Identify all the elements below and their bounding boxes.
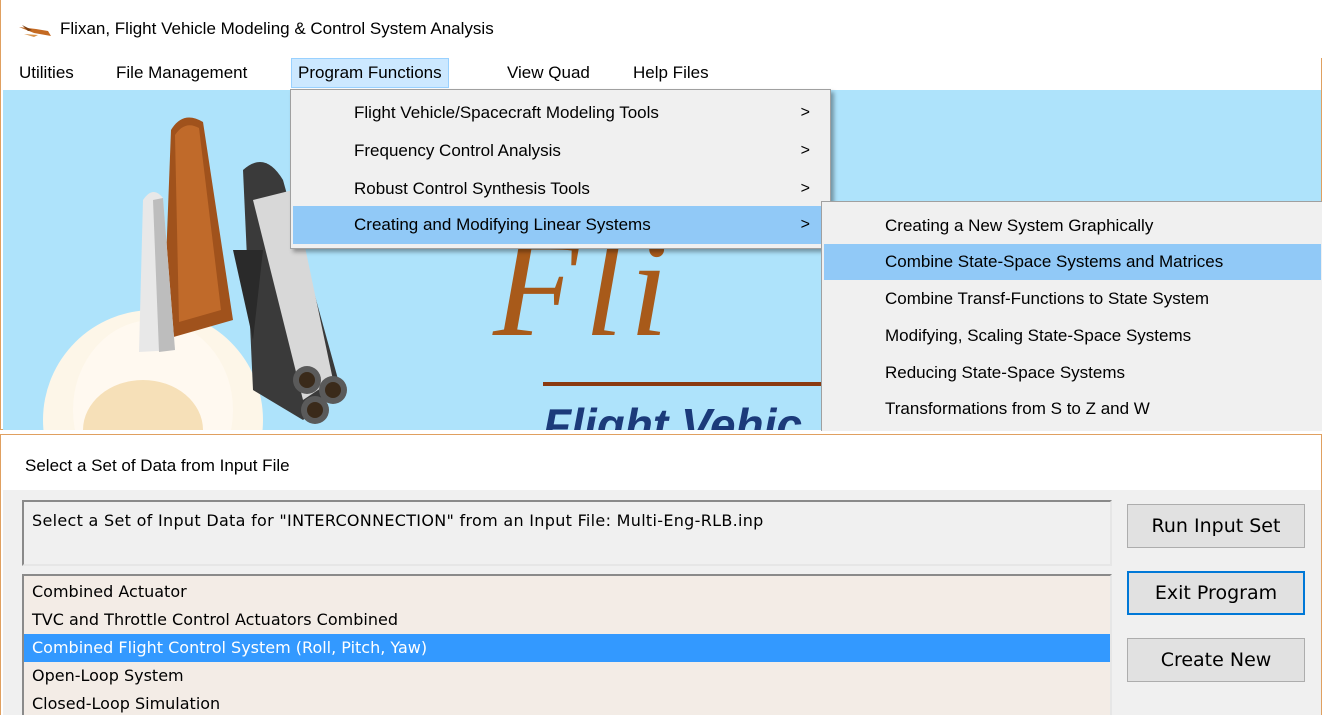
menu-item-label: Combine Transf-Functions to State System xyxy=(885,289,1210,308)
menu-item-label: Frequency Control Analysis xyxy=(354,141,561,160)
linear-systems-submenu: Creating a New System Graphically Combin… xyxy=(821,201,1322,431)
title-bar[interactable]: Flixan, Flight Vehicle Modeling & Contro… xyxy=(1,0,1322,58)
create-new-button[interactable]: Create New xyxy=(1127,638,1305,682)
input-set-list[interactable]: Combined Actuator TVC and Throttle Contr… xyxy=(22,574,1112,715)
program-functions-menu: Flight Vehicle/Spacecraft Modeling Tools… xyxy=(290,89,831,249)
menu-item-flight-vehicle-modeling-tools[interactable]: Flight Vehicle/Spacecraft Modeling Tools… xyxy=(293,94,828,132)
menu-item-combine-transfer-functions[interactable]: Combine Transf-Functions to State System xyxy=(824,281,1321,317)
list-item[interactable]: TVC and Throttle Control Actuators Combi… xyxy=(24,606,1110,634)
menu-item-transform-s-to-z-w[interactable]: Transformations from S to Z and W xyxy=(824,391,1321,427)
list-item-selected[interactable]: Combined Flight Control System (Roll, Pi… xyxy=(24,634,1110,662)
menu-item-create-new-system-graphically[interactable]: Creating a New System Graphically xyxy=(824,208,1321,244)
exit-program-button[interactable]: Exit Program xyxy=(1127,571,1305,615)
splash-divider xyxy=(543,382,843,386)
menu-item-label: Flight Vehicle/Spacecraft Modeling Tools xyxy=(354,103,659,122)
submenu-arrow-icon: > xyxy=(800,216,810,233)
shuttle-icon xyxy=(19,25,51,37)
run-input-set-button[interactable]: Run Input Set xyxy=(1127,504,1305,548)
menu-item-label: Combine State-Space Systems and Matrices xyxy=(885,252,1224,271)
menu-view-quad[interactable]: View Quad xyxy=(501,58,596,88)
menu-item-creating-modifying-linear-systems[interactable]: Creating and Modifying Linear Systems > xyxy=(293,206,828,244)
submenu-arrow-icon: > xyxy=(800,104,810,121)
submenu-arrow-icon: > xyxy=(800,180,810,197)
menu-item-reduce-systems[interactable]: Reducing State-Space Systems xyxy=(824,355,1321,391)
menu-item-frequency-control-analysis[interactable]: Frequency Control Analysis > xyxy=(293,132,828,170)
menu-item-robust-control-synthesis-tools[interactable]: Robust Control Synthesis Tools > xyxy=(293,170,828,208)
list-item[interactable]: Closed-Loop Simulation xyxy=(24,690,1110,715)
menu-bar: Utilities File Management Program Functi… xyxy=(1,58,1322,88)
menu-item-label: Reducing State-Space Systems xyxy=(885,363,1126,382)
select-data-dialog: Select a Set of Data from Input File Sel… xyxy=(0,434,1322,715)
menu-item-label: Transformations from S to Z and W xyxy=(885,399,1150,418)
splash-subtitle-text: Flight Vehic xyxy=(543,399,802,430)
window-title: Flixan, Flight Vehicle Modeling & Contro… xyxy=(60,19,494,38)
menu-item-modify-scale-systems[interactable]: Modifying, Scaling State-Space Systems xyxy=(824,318,1321,354)
dialog-title: Select a Set of Data from Input File xyxy=(25,456,290,475)
menu-file-management[interactable]: File Management xyxy=(110,58,253,88)
menu-program-functions[interactable]: Program Functions xyxy=(291,58,449,88)
menu-help-files[interactable]: Help Files xyxy=(627,58,715,88)
menu-item-combine-state-space-systems[interactable]: Combine State-Space Systems and Matrices xyxy=(824,244,1321,280)
list-item[interactable]: Open-Loop System xyxy=(24,662,1110,690)
menu-utilities[interactable]: Utilities xyxy=(13,58,80,88)
prompt-box: Select a Set of Input Data for "INTERCON… xyxy=(22,500,1112,566)
prompt-text: Select a Set of Input Data for "INTERCON… xyxy=(32,511,764,530)
menu-item-label: Modifying, Scaling State-Space Systems xyxy=(885,326,1192,345)
list-item[interactable]: Combined Actuator xyxy=(24,578,1110,606)
menu-item-label: Robust Control Synthesis Tools xyxy=(354,179,590,198)
dialog-body: Select a Set of Input Data for "INTERCON… xyxy=(3,490,1321,715)
submenu-arrow-icon: > xyxy=(800,142,810,159)
menu-item-label: Creating and Modifying Linear Systems xyxy=(354,215,651,234)
menu-item-label: Creating a New System Graphically xyxy=(885,216,1154,235)
